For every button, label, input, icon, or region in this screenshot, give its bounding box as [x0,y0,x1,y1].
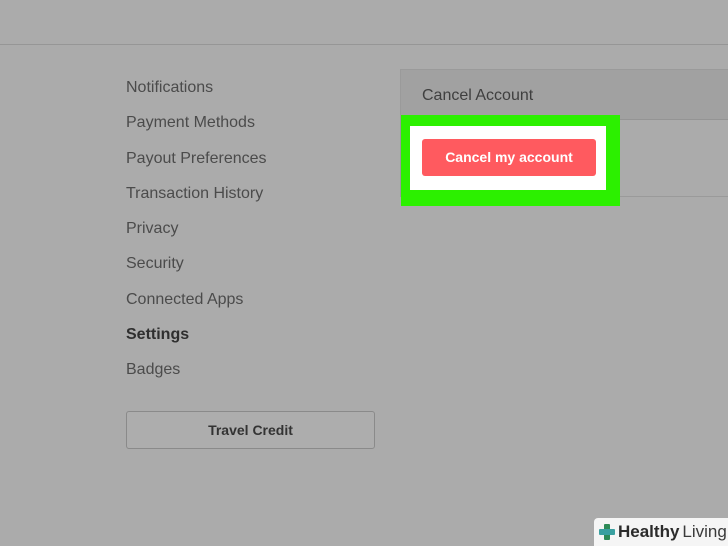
cancel-account-button[interactable]: Cancel my account [422,139,596,176]
panel-title: Cancel Account [401,70,728,120]
highlight-inner: Cancel my account [410,126,606,190]
travel-credit-button[interactable]: Travel Credit [126,411,375,449]
watermark-word-living: Living [682,522,727,541]
sidebar-item-settings[interactable]: Settings [126,323,386,358]
sidebar-item-badges[interactable]: Badges [126,358,386,393]
account-sidebar: Notifications Payment Methods Payout Pre… [126,76,386,394]
watermark: Healthy Living [594,518,728,546]
sidebar-item-payout-preferences[interactable]: Payout Preferences [126,147,386,182]
sidebar-item-privacy[interactable]: Privacy [126,217,386,252]
sidebar-item-notifications[interactable]: Notifications [126,76,386,111]
sidebar-item-payment-methods[interactable]: Payment Methods [126,111,386,146]
medical-cross-icon [598,523,616,541]
sidebar-item-connected-apps[interactable]: Connected Apps [126,288,386,323]
watermark-word-healthy: Healthy [618,522,680,541]
sidebar-item-security[interactable]: Security [126,252,386,287]
top-divider [0,44,728,45]
sidebar-item-transaction-history[interactable]: Transaction History [126,182,386,217]
highlight-box: Cancel my account [401,115,620,206]
